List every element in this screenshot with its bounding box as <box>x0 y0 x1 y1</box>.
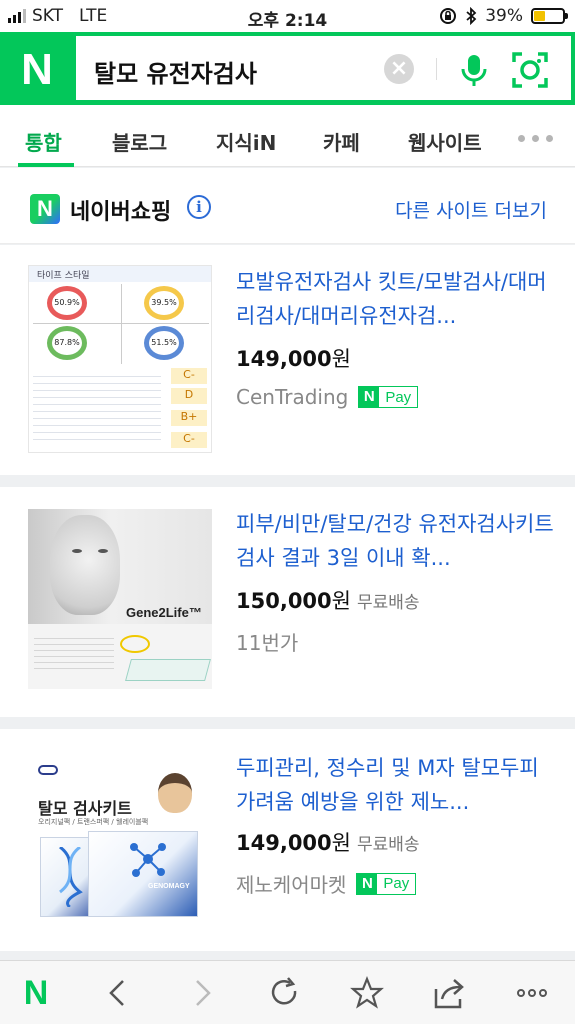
thumb-heading: 탈모 검사키트 <box>38 799 132 818</box>
product-price: 149,000원 무료배송 <box>236 831 420 855</box>
product-thumbnail[interactable]: 탈모 검사키트 오리지널팩 / 트랜스퍼팩 / 웰레이블팩 GENOMAGY <box>28 751 212 921</box>
shipping-info: 무료배송 <box>356 835 420 855</box>
browser-toolbar: N <box>0 960 575 1024</box>
thumb-brand: GENOMAGY <box>148 883 190 890</box>
search-header: N 탈모 유전자검사 × <box>0 32 575 105</box>
thumb-stat: 87.8% <box>47 326 87 360</box>
more-tabs-icon[interactable] <box>518 135 553 142</box>
forward-icon[interactable] <box>184 975 220 1011</box>
product-title[interactable]: 모발유전자검사 킷트/모발검사/대머리검사/대머리유전자검... <box>236 265 556 333</box>
product-seller: 11번가 <box>236 627 298 656</box>
dna-icon <box>59 847 83 907</box>
thumb-grade: B+ <box>171 410 207 426</box>
naver-logo[interactable]: N <box>12 48 62 92</box>
rotation-lock-icon <box>440 8 457 24</box>
product-seller: CenTrading N Pay <box>236 385 419 409</box>
product-title[interactable]: 피부/비만/탈모/건강 유전자검사키트 검사 결과 3일 이내 확... <box>236 507 556 575</box>
thumb-subheading: 오리지널팩 / 트랜스퍼팩 / 웰레이블팩 <box>38 818 149 826</box>
tab-blog[interactable]: 블로그 <box>112 127 167 156</box>
npay-badge: N Pay <box>356 872 417 895</box>
tab-integrated[interactable]: 통합 <box>25 127 62 156</box>
shopping-section-header: N 네이버쇼핑 i 다른 사이트 더보기 <box>0 168 575 244</box>
product-title[interactable]: 두피관리, 정수리 및 M자 탈모두피 가려움 예방을 위한 제노... <box>236 751 556 819</box>
battery-percent: 39% <box>485 6 523 26</box>
thumb-heading: 타이프 스타일 <box>37 271 90 281</box>
clear-icon[interactable]: × <box>384 54 414 84</box>
product-price: 149,000원 <box>236 347 351 371</box>
npay-badge: N Pay <box>358 386 419 408</box>
active-tab-indicator <box>18 163 74 167</box>
more-sites-link[interactable]: 다른 사이트 더보기 <box>395 196 547 223</box>
thumb-grade: C- <box>171 368 207 384</box>
seller-name: 11번가 <box>236 631 299 655</box>
refresh-icon[interactable] <box>266 975 302 1011</box>
search-query[interactable]: 탈모 유전자검사 <box>94 54 257 89</box>
info-icon[interactable]: i <box>187 195 211 219</box>
seller-name: 제노케어마켓 <box>236 873 347 897</box>
thumb-stat: 39.5% <box>144 286 184 320</box>
search-input[interactable]: 탈모 유전자검사 × <box>76 36 571 100</box>
shipping-info: 무료배송 <box>356 593 420 613</box>
product-card[interactable]: 탈모 검사키트 오리지널팩 / 트랜스퍼팩 / 웰레이블팩 GENOMAGY 두… <box>0 729 575 951</box>
product-card[interactable]: 타이프 스타일 50.9% 39.5% 87.8% 51.5% C- D B+ … <box>0 245 575 475</box>
naver-shopping-logo: N <box>30 194 60 224</box>
back-icon[interactable] <box>100 975 136 1011</box>
microphone-icon[interactable] <box>454 50 494 90</box>
search-tabs: 통합 블로그 지식iN 카페 웹사이트 <box>0 105 575 167</box>
camera-search-icon[interactable] <box>510 50 550 90</box>
tab-cafe[interactable]: 카페 <box>323 127 360 156</box>
bookmark-star-icon[interactable] <box>349 975 385 1011</box>
product-seller: 제노케어마켓 N Pay <box>236 869 417 898</box>
tab-kin[interactable]: 지식iN <box>216 127 276 156</box>
product-thumbnail[interactable]: 타이프 스타일 50.9% 39.5% 87.8% 51.5% C- D B+ … <box>28 265 212 453</box>
share-icon[interactable] <box>432 975 468 1011</box>
thumb-brand: Gene2Life™ <box>126 605 202 620</box>
divider <box>436 58 437 80</box>
product-thumbnail[interactable]: Gene2Life™ <box>28 509 212 689</box>
bluetooth-icon <box>466 7 477 25</box>
thumb-grade: D <box>171 388 207 404</box>
product-card[interactable]: Gene2Life™ 피부/비만/탈모/건강 유전자검사키트 검사 결과 3일 … <box>0 487 575 717</box>
section-title: 네이버쇼핑 <box>70 200 172 225</box>
battery-icon <box>531 8 568 24</box>
tab-website[interactable]: 웹사이트 <box>408 127 482 156</box>
more-options-icon[interactable] <box>514 975 550 1011</box>
home-logo-button[interactable]: N <box>18 975 54 1011</box>
thumb-grade: C- <box>171 432 207 448</box>
thumb-stat: 51.5% <box>144 326 184 360</box>
thumb-stat: 50.9% <box>47 286 87 320</box>
status-bar: SKT LTE 오후 2:14 39% <box>0 0 575 32</box>
seller-name: CenTrading <box>236 385 349 409</box>
product-price: 150,000원 무료배송 <box>236 589 420 613</box>
molecule-icon <box>130 843 166 877</box>
